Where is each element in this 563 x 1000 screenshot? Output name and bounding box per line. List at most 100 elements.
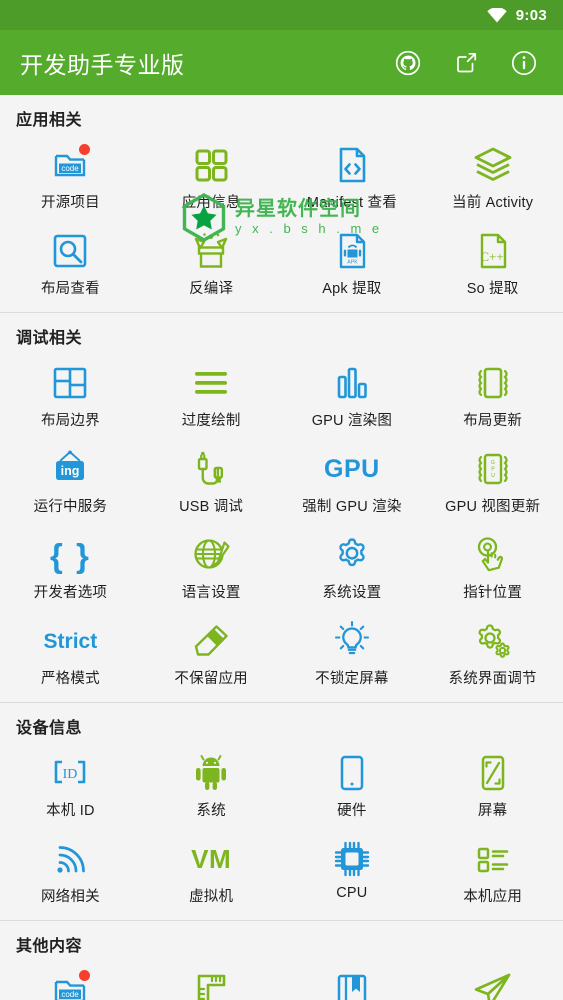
grid-item-label: So 提取 (466, 281, 519, 297)
grid-item-label: 反编译 (189, 281, 234, 297)
grid-item-paper-plane[interactable]: Android 内推 (422, 962, 563, 1000)
grid-item-vm-text[interactable]: VM 虚拟机 (141, 830, 282, 916)
globe-pencil-icon (183, 532, 239, 578)
grid-item-lightbulb[interactable]: 不锁定屏幕 (282, 612, 423, 698)
grid-item-label: 硬件 (337, 803, 367, 819)
grid-item-ing-tag[interactable]: ing 运行中服务 (0, 440, 141, 526)
grid-item-eraser[interactable]: 不保留应用 (141, 612, 282, 698)
grid-item-gear[interactable]: 系统设置 (282, 526, 423, 612)
info-icon[interactable] (509, 48, 539, 78)
share-icon[interactable] (451, 48, 481, 78)
grid-item-label: 应用信息 (181, 195, 241, 211)
svg-text:P: P (491, 467, 495, 473)
code-folder-icon: code (42, 968, 98, 1000)
section-title: 应用相关 (16, 112, 83, 129)
lightbulb-icon (324, 618, 380, 664)
section-0: 应用相关 code 开源项目 应用信息 Manifest 查看 当前 Activ… (0, 95, 563, 312)
content-area: 异星软件空间 y x . b s h . m e 应用相关 code 开源项目 … (0, 95, 563, 1000)
svg-text:ing: ing (61, 464, 80, 478)
grid-item-grid-squares[interactable]: 应用信息 (141, 136, 282, 222)
grid-item-label: Manifest 查看 (306, 195, 397, 211)
grid-item-usb-cable[interactable]: USB 调试 (141, 440, 282, 526)
list-items-icon (465, 836, 521, 882)
search-box-icon (42, 228, 98, 274)
phone-icon (324, 750, 380, 796)
phone-flash-icon (465, 360, 521, 406)
grid-item-label: GPU 视图更新 (445, 499, 541, 515)
github-icon[interactable] (393, 48, 423, 78)
grid-item-screen-diagonal[interactable]: 屏幕 (422, 744, 563, 830)
grid-item-code-folder[interactable]: code 开源项目 (0, 962, 141, 1000)
grid-item-apk-file[interactable]: APK Apk 提取 (282, 222, 423, 308)
grid-item-label: 指针位置 (463, 585, 523, 601)
grid-item-bar-chart[interactable]: GPU 渲染图 (282, 354, 423, 440)
grid-item-android-robot[interactable]: 系统 (141, 744, 282, 830)
grid-item-code-folder[interactable]: code 开源项目 (0, 136, 141, 222)
grid-item-label: 开源项目 (40, 195, 100, 211)
grid-item-label: 布局更新 (463, 413, 523, 429)
file-code-icon (324, 142, 380, 188)
grid-item-label: 不锁定屏幕 (315, 671, 389, 687)
strict-text-icon: Strict (43, 629, 98, 653)
grid-item-gpu-phone-flash[interactable]: G P U GPU 视图更新 (422, 440, 563, 526)
overdraw-lines-icon (183, 360, 239, 406)
grid-squares-icon (183, 142, 239, 188)
grid-item-id-bracket[interactable]: ID 本机 ID (0, 744, 141, 830)
svg-text:code: code (62, 164, 80, 173)
grid-item-layers[interactable]: 当前 Activity (422, 136, 563, 222)
grid-item-search-box[interactable]: 布局查看 (0, 222, 141, 308)
grid-item-ruler[interactable]: 标准尺寸 (141, 962, 282, 1000)
grid-item-globe-pencil[interactable]: 语言设置 (141, 526, 282, 612)
grid-item-layout-bounds[interactable]: 布局边界 (0, 354, 141, 440)
grid-item-gears-tune[interactable]: 系统界面调节 (422, 612, 563, 698)
grid-item-book-bookmark[interactable]: 功能介绍 (282, 962, 423, 1000)
pointer-hand-icon (465, 532, 521, 578)
book-bookmark-icon (324, 968, 380, 1000)
svg-text:G: G (491, 460, 495, 466)
svg-text:U: U (491, 473, 495, 479)
grid-item-wifi-signal[interactable]: 网络相关 (0, 830, 141, 916)
gpu-text-icon: GPU (324, 454, 380, 483)
section-grid: ID 本机 ID 系统 硬件 屏幕 网络相关 VM 虚拟机 CPU 本机应用 (0, 744, 563, 916)
ing-tag-icon: ing (42, 446, 98, 492)
grid-item-label: 系统 (196, 803, 226, 819)
cpp-file-icon: C++ (465, 228, 521, 274)
apk-file-icon: APK (324, 228, 380, 274)
wifi-icon (487, 7, 507, 23)
grid-item-label: 系统设置 (322, 585, 382, 601)
section-title: 其他内容 (16, 938, 83, 955)
paper-plane-icon (465, 968, 521, 1000)
grid-item-label: 开发者选项 (33, 585, 108, 601)
grid-item-label: GPU 渲染图 (311, 413, 393, 429)
grid-item-cpp-file[interactable]: C++ So 提取 (422, 222, 563, 308)
grid-item-braces[interactable]: { } 开发者选项 (0, 526, 141, 612)
eraser-icon (183, 618, 239, 664)
svg-text:APK: APK (347, 260, 358, 266)
svg-text:ID: ID (63, 767, 78, 782)
grid-item-label: USB 调试 (179, 499, 244, 515)
grid-item-phone-flash[interactable]: 布局更新 (422, 354, 563, 440)
app-bar: 开发助手专业版 (0, 30, 563, 95)
grid-item-file-code[interactable]: Manifest 查看 (282, 136, 423, 222)
grid-item-label: CPU (336, 885, 368, 901)
grid-item-label: 本机应用 (463, 889, 523, 905)
grid-item-strict-text[interactable]: Strict 严格模式 (0, 612, 141, 698)
grid-item-list-items[interactable]: 本机应用 (422, 830, 563, 916)
grid-item-label: 不保留应用 (174, 671, 248, 687)
android-robot-icon (183, 750, 239, 796)
section-title: 设备信息 (16, 720, 83, 737)
grid-item-phone[interactable]: 硬件 (282, 744, 423, 830)
grid-item-gpu-text[interactable]: GPU 强制 GPU 渲染 (282, 440, 423, 526)
layout-bounds-icon (42, 360, 98, 406)
grid-item-label: 本机 ID (46, 803, 95, 819)
status-bar-clock: 9:03 (515, 6, 547, 24)
ruler-icon (183, 968, 239, 1000)
wifi-signal-icon (42, 836, 98, 882)
grid-item-label: 语言设置 (181, 585, 241, 601)
grid-item-open-box[interactable]: 反编译 (141, 222, 282, 308)
grid-item-label: 强制 GPU 渲染 (302, 499, 402, 515)
grid-item-cpu-chip[interactable]: CPU (282, 830, 423, 916)
grid-item-pointer-hand[interactable]: 指针位置 (422, 526, 563, 612)
braces-icon: { } (49, 536, 91, 574)
grid-item-overdraw-lines[interactable]: 过度绘制 (141, 354, 282, 440)
